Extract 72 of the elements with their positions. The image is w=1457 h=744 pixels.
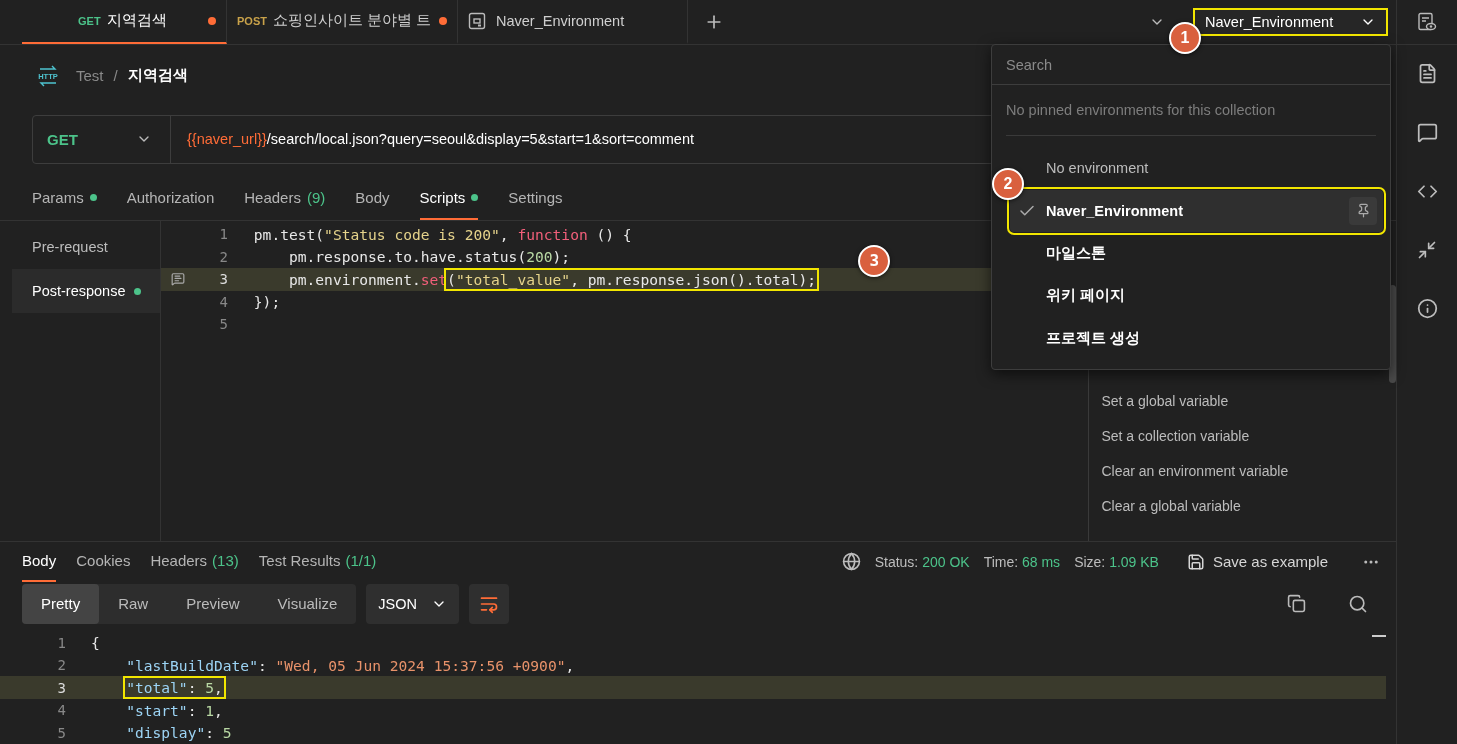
view-mode-tab[interactable]: Preview [167, 583, 259, 624]
comment-icon[interactable] [170, 272, 185, 287]
snippet-link[interactable]: Set a global variable [1101, 383, 1397, 419]
snippet-link[interactable]: Clear a global variable [1101, 488, 1397, 524]
request-section-tab[interactable]: Scripts [419, 176, 479, 221]
method-select[interactable]: GET [33, 115, 171, 164]
line-number: 5 [56, 724, 66, 741]
pin-button[interactable] [1349, 196, 1377, 225]
pinned-note: No pinned environments for this collection [1006, 85, 1376, 136]
environment-option[interactable]: 프로젝트 생성 [1010, 317, 1383, 360]
request-section-tab[interactable]: Settings [508, 176, 563, 221]
request-section-tab[interactable]: Headers (9) [244, 176, 326, 221]
response-tab[interactable]: Test Results (1/1) [258, 541, 377, 582]
request-tab[interactable]: POST 쇼핑인사이트 분야별 트 [227, 0, 458, 44]
response-tab[interactable]: Body [22, 541, 57, 582]
response-meta: Status: 200 OK [874, 553, 970, 570]
environment-option[interactable]: 위키 페이지 [1010, 274, 1383, 317]
response-tab[interactable]: Headers (13) [150, 541, 239, 582]
environment-icon [468, 11, 486, 30]
code-line: "start": 1, [126, 701, 223, 719]
scrollbar-mark [1372, 635, 1387, 638]
response-tab[interactable]: Cookies [76, 541, 131, 582]
info-icon[interactable] [1416, 298, 1438, 319]
format-select[interactable]: JSON [366, 583, 459, 624]
environment-option[interactable]: Naver_Environment [1010, 189, 1383, 232]
code-line: "display": 5 [126, 724, 232, 742]
environment-select[interactable]: Naver_Environment [1193, 7, 1389, 36]
request-tab[interactable]: Naver_Environment [458, 0, 688, 44]
search-field[interactable]: Search [992, 45, 1390, 85]
snippet-link[interactable]: Clear an environment variable [1101, 453, 1397, 489]
view-mode-tab[interactable]: Visualize [258, 583, 357, 624]
script-tab[interactable]: Post-response [12, 269, 160, 314]
script-tab[interactable]: Pre-request [12, 225, 160, 270]
url-field[interactable]: {{naver_url}}/search/local.json?query=seoul&display=5&start=1&sort=comment [171, 131, 694, 148]
line-number: 4 [218, 293, 228, 310]
collection-link[interactable]: Test [76, 67, 104, 85]
line-number: 4 [56, 702, 66, 719]
wrap-button[interactable] [469, 583, 509, 624]
line-number: 1 [218, 226, 228, 243]
code-line: "total": 5, [126, 679, 223, 697]
request-tab[interactable]: GET 지역검색 [22, 0, 227, 44]
code-line: }); [253, 293, 281, 311]
request-section-tab[interactable]: Params [32, 176, 97, 221]
code-line: "lastBuildDate": "Wed, 05 Jun 2024 15:37:56 +0900", [126, 656, 575, 674]
code-line: { [91, 634, 100, 652]
step-badge: 2 [992, 167, 1024, 200]
view-mode-tab[interactable]: Raw [99, 583, 168, 624]
line-number: 2 [218, 248, 228, 265]
pin-icon [1355, 203, 1371, 219]
save-example-button[interactable]: Save as example [1178, 552, 1337, 571]
code-line: pm.test("Status code is 200", function () { [253, 225, 632, 243]
line-number: 1 [56, 634, 66, 651]
response-meta: Time: 68 ms [983, 553, 1061, 570]
view-mode-tab[interactable]: Pretty [22, 583, 100, 624]
snippet-link[interactable]: Set a collection variable [1101, 418, 1397, 454]
arrows-icon[interactable] [1417, 240, 1437, 260]
request-section-tab[interactable]: Authorization [126, 176, 215, 221]
line-number: 5 [218, 316, 228, 333]
line-number: 3 [218, 271, 228, 288]
code-line: pm.response.to.have.status(200); [288, 248, 571, 266]
line-number: 3 [56, 679, 66, 696]
globe-icon[interactable] [841, 552, 861, 572]
environment-option[interactable]: 마일스톤 [1010, 232, 1383, 275]
request-name: 지역검색 [127, 66, 188, 86]
step-badge: 3 [858, 244, 891, 277]
save-icon [1186, 552, 1205, 571]
response-meta: Size: 1.09 KB [1074, 553, 1159, 570]
breadcrumb-separator: / [113, 67, 118, 85]
line-number: 2 [56, 657, 66, 674]
request-section-tab[interactable]: Body [355, 176, 390, 221]
comment-icon[interactable] [1416, 122, 1438, 143]
document-eye-icon[interactable] [1417, 12, 1437, 32]
